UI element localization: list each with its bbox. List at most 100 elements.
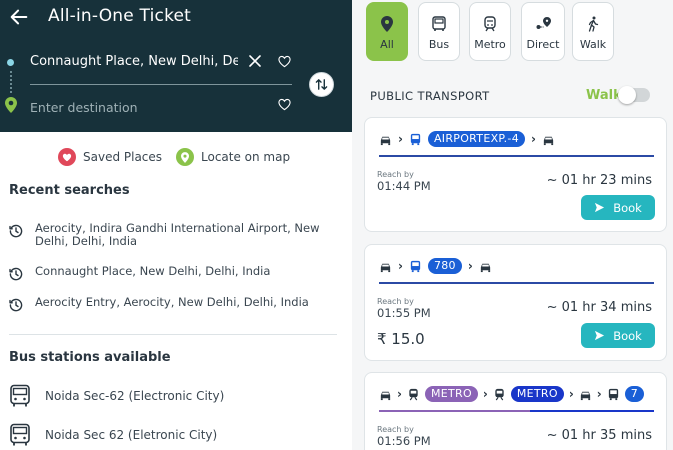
bus-icon: [410, 133, 421, 145]
car-icon: [380, 136, 391, 145]
saved-places-label: Saved Places: [83, 150, 163, 164]
location-pin-icon: [381, 16, 393, 32]
filter-walk-label: Walk: [579, 38, 607, 51]
route-chevron: ›: [568, 387, 574, 401]
recent-search-label: Aerocity Entry, Aerocity, New Delhi, Del…: [35, 295, 309, 309]
filter-metro-label: Metro: [474, 38, 506, 51]
bus-stations-heading: Bus stations available: [9, 350, 171, 365]
filter-walk[interactable]: Walk: [572, 2, 614, 61]
route-chevron: ›: [398, 259, 403, 273]
section-divider: [9, 334, 337, 335]
reach-time: 01:55 PM: [377, 306, 431, 320]
walk-toggle-label: Walk: [586, 88, 622, 103]
route-connector: [10, 71, 12, 93]
walk-icon: [588, 16, 599, 32]
route-pill: 7: [624, 386, 645, 402]
search-header: All-in-One Ticket Connaught Place, New D…: [0, 0, 352, 132]
route-chevron: ›: [398, 132, 403, 146]
filter-all[interactable]: All: [366, 2, 408, 61]
filter-all-label: All: [380, 38, 394, 51]
route-card[interactable]: › AIRPORTEXP.-4 › Reach by 01:44 PM ~ 01…: [364, 117, 667, 232]
destination-pin-icon: [5, 97, 17, 113]
route-pill: METRO: [510, 386, 564, 402]
walk-toggle[interactable]: [618, 86, 650, 104]
favorite-destination-heart-icon[interactable]: [278, 98, 291, 111]
car-icon: [380, 263, 391, 272]
route-chevron: ›: [467, 259, 473, 273]
filter-direct[interactable]: Direct: [521, 2, 565, 61]
bus-station-item[interactable]: Noida Sec 62 (Eletronic City): [9, 423, 217, 447]
book-label: Book: [613, 328, 642, 343]
locate-on-map-label: Locate on map: [201, 150, 291, 164]
favorite-source-heart-icon[interactable]: [278, 55, 291, 68]
route-pill: 780: [427, 258, 462, 274]
recent-search-label: Connaught Place, New Delhi, Delhi, India: [35, 264, 271, 278]
reach-by-label: Reach by: [377, 425, 414, 434]
swap-arrows-icon: [315, 79, 328, 90]
trip-duration: ~ 01 hr 35 mins: [546, 428, 652, 443]
book-button[interactable]: Book: [581, 195, 655, 220]
source-underline: [30, 84, 292, 85]
heart-icon: [58, 148, 76, 166]
route-card[interactable]: › 780 › Reach by 01:55 PM ~ 01 hr 34 min…: [364, 244, 667, 361]
bus-icon: [608, 388, 618, 400]
map-pin-icon: [176, 148, 194, 166]
page-title: All-in-One Ticket: [48, 6, 192, 26]
recent-search-item[interactable]: Connaught Place, New Delhi, Delhi, India: [9, 265, 329, 281]
filter-metro[interactable]: Metro: [469, 2, 511, 61]
route-chevron: ›: [397, 387, 402, 401]
bus-icon: [410, 260, 421, 272]
swap-locations-button[interactable]: [309, 72, 334, 97]
reach-by-label: Reach by: [377, 297, 414, 306]
history-clock-icon: [9, 224, 23, 238]
locate-on-map-button[interactable]: Locate on map: [176, 148, 290, 166]
filter-bus-label: Bus: [428, 38, 450, 51]
bus-station-label: Noida Sec-62 (Electronic City): [45, 389, 225, 403]
source-input[interactable]: Connaught Place, New Delhi, Delt: [30, 54, 238, 72]
car-icon: [480, 263, 490, 272]
reach-time: 01:44 PM: [377, 179, 431, 193]
clear-source-icon[interactable]: [248, 54, 262, 68]
source-dot-icon: [7, 59, 14, 66]
filter-bus[interactable]: Bus: [418, 2, 460, 61]
destination-input[interactable]: [30, 98, 270, 116]
send-arrow-icon: [595, 330, 605, 341]
book-button[interactable]: Book: [581, 323, 655, 348]
route-line: [379, 282, 654, 284]
recent-search-item[interactable]: Aerocity Entry, Aerocity, New Delhi, Del…: [9, 296, 329, 312]
route-legs: › METRO › METRO › › 7: [379, 386, 645, 402]
recent-search-label: Aerocity, Indira Gandhi International Ai…: [35, 221, 320, 248]
reach-by-label: Reach by: [377, 170, 414, 179]
saved-places-button[interactable]: Saved Places: [58, 148, 162, 166]
recent-searches-heading: Recent searches: [9, 183, 130, 198]
metro-icon: [495, 388, 504, 400]
toggle-knob: [618, 86, 636, 104]
bus-station-label: Noida Sec 62 (Eletronic City): [45, 428, 218, 442]
trip-duration: ~ 01 hr 23 mins: [546, 173, 652, 188]
bus-station-item[interactable]: Noida Sec-62 (Electronic City): [9, 384, 224, 408]
trip-duration: ~ 01 hr 34 mins: [546, 300, 652, 315]
fare-price: ₹ 15.0: [377, 330, 425, 348]
route-pill: METRO: [424, 386, 478, 402]
route-line: [379, 410, 654, 412]
route-chevron: ›: [482, 387, 488, 401]
send-arrow-icon: [595, 202, 605, 213]
results-panel: All Bus Metro Direct Walk PUBLIC TRANSPO…: [352, 0, 673, 450]
car-icon: [543, 136, 554, 145]
car-icon: [380, 391, 391, 400]
recent-search-item[interactable]: Aerocity, Indira Gandhi International Ai…: [9, 222, 329, 248]
reach-time: 01:56 PM: [377, 434, 431, 448]
back-arrow-icon[interactable]: [8, 6, 30, 28]
quick-actions: Saved Places Locate on map: [0, 148, 352, 168]
public-transport-heading: PUBLIC TRANSPORT: [370, 89, 490, 103]
route-chevron: ›: [596, 387, 602, 401]
route-legs: › AIRPORTEXP.-4 ›: [379, 131, 555, 147]
route-card[interactable]: › METRO › METRO › › 7 Reach by 01:56 PM …: [364, 372, 667, 450]
metro-icon: [409, 388, 418, 400]
bus-stop-icon: [10, 384, 30, 407]
direct-route-icon: [536, 17, 551, 29]
bus-icon: [432, 16, 446, 31]
bus-stop-icon: [10, 423, 30, 446]
filter-direct-label: Direct: [526, 38, 560, 51]
route-line: [379, 155, 654, 157]
